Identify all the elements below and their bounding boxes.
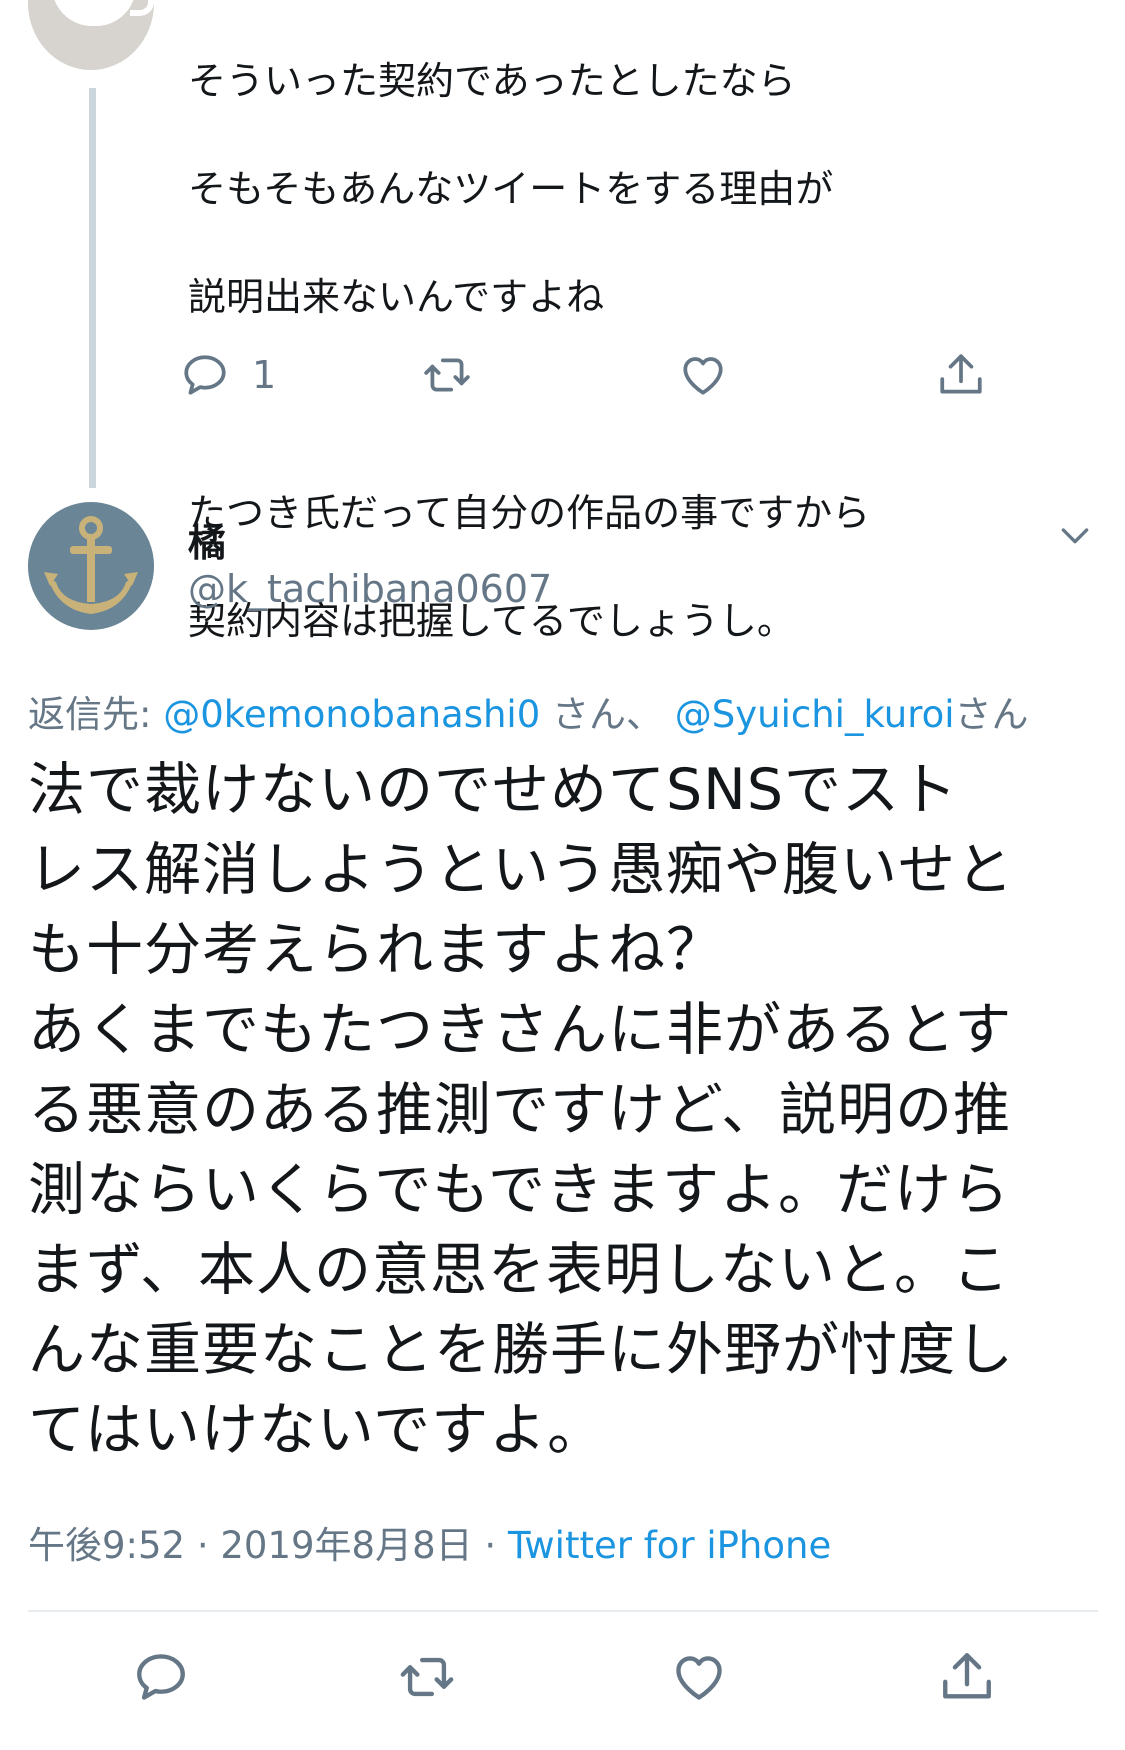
mention-suffix: さん (954, 693, 1029, 736)
avatar[interactable] (28, 502, 154, 630)
like-button[interactable] (678, 350, 728, 400)
divider (28, 1610, 1098, 1612)
meta-separator: · (472, 1524, 508, 1567)
prev-line: 説明出来ないんですよね (188, 275, 605, 319)
reply-prefix: 返信先: (28, 693, 164, 736)
user-handle[interactable]: @k_tachibana0607 (188, 567, 552, 611)
retweet-icon (400, 1657, 454, 1697)
reply-count: 1 (252, 353, 277, 397)
share-icon (943, 1653, 991, 1699)
mention-link[interactable]: @Syuichi_kuroi (675, 693, 955, 736)
retweet-button[interactable] (398, 1648, 456, 1706)
tweet-line: レス解消しようという愚痴や腹いせと (28, 837, 1014, 903)
tweet-time[interactable]: 午後9:52 (28, 1524, 185, 1567)
tweet-metadata: 午後9:52 · 2019年8月8日 · Twitter for iPhone (28, 1515, 831, 1569)
tweet-line: あくまでもたつきさんに非があるとす (28, 997, 1013, 1063)
mention-separator: さん、 (540, 693, 675, 736)
coffee-cup-image (52, 0, 136, 26)
more-options-button[interactable] (1055, 515, 1095, 555)
prev-line: そういった契約であったとしたなら (188, 59, 796, 103)
reply-icon (137, 1654, 185, 1700)
mention-link[interactable]: @0kemonobanashi0 (163, 693, 540, 736)
tweet-line: る悪意のある推測ですけど、説明の推 (28, 1077, 1012, 1143)
share-button[interactable] (936, 350, 986, 400)
thread-line (89, 88, 96, 488)
prev-line: そもそもあんなツイートをする理由が (188, 167, 834, 211)
retweet-button[interactable] (422, 350, 472, 400)
reply-icon (184, 355, 226, 395)
tweet-text: 法で裁けないのでせめてSNSでスト レス解消しようという愚痴や腹いせと も十分考… (28, 750, 1108, 1470)
tweet-line: 法で裁けないのでせめてSNSでスト (28, 757, 959, 823)
cup-handle (130, 0, 154, 16)
avatar-previous[interactable] (28, 0, 154, 70)
tweet-line: てはいけないですよ。 (28, 1397, 606, 1463)
display-name[interactable]: 橘 (188, 512, 226, 567)
like-icon (683, 357, 723, 395)
like-icon (676, 1656, 722, 1700)
meta-separator: · (185, 1524, 221, 1567)
share-button[interactable] (938, 1648, 996, 1706)
tweet-line: まず、本人の意思を表明しないと。こ (28, 1237, 1011, 1303)
tweet-client-link[interactable]: Twitter for iPhone (508, 1524, 831, 1567)
replying-to: 返信先: @0kemonobanashi0 さん、 @Syuichi_kuroi… (28, 684, 1029, 738)
reply-button[interactable] (132, 1648, 190, 1706)
tweet-line: んな重要なことを勝手に外野が忖度し (28, 1317, 1014, 1383)
prev-line: たつき氏だって自分の作品の事ですから (188, 491, 871, 535)
tweet-line: 測ならいくらでもできますよ。だけら (28, 1157, 1011, 1223)
chevron-down-icon (1061, 528, 1089, 544)
retweet-icon (424, 358, 470, 392)
tweet-line: も十分考えられますよね？ (28, 917, 724, 983)
reply-button[interactable]: 1 (180, 350, 276, 400)
previous-tweet-actions: 1 (184, 350, 1108, 410)
share-icon (940, 354, 982, 394)
tweet-actions (28, 1648, 1098, 1718)
like-button[interactable] (670, 1648, 728, 1706)
tweet-date[interactable]: 2019年8月8日 (220, 1524, 472, 1567)
anchor-icon (28, 503, 154, 629)
